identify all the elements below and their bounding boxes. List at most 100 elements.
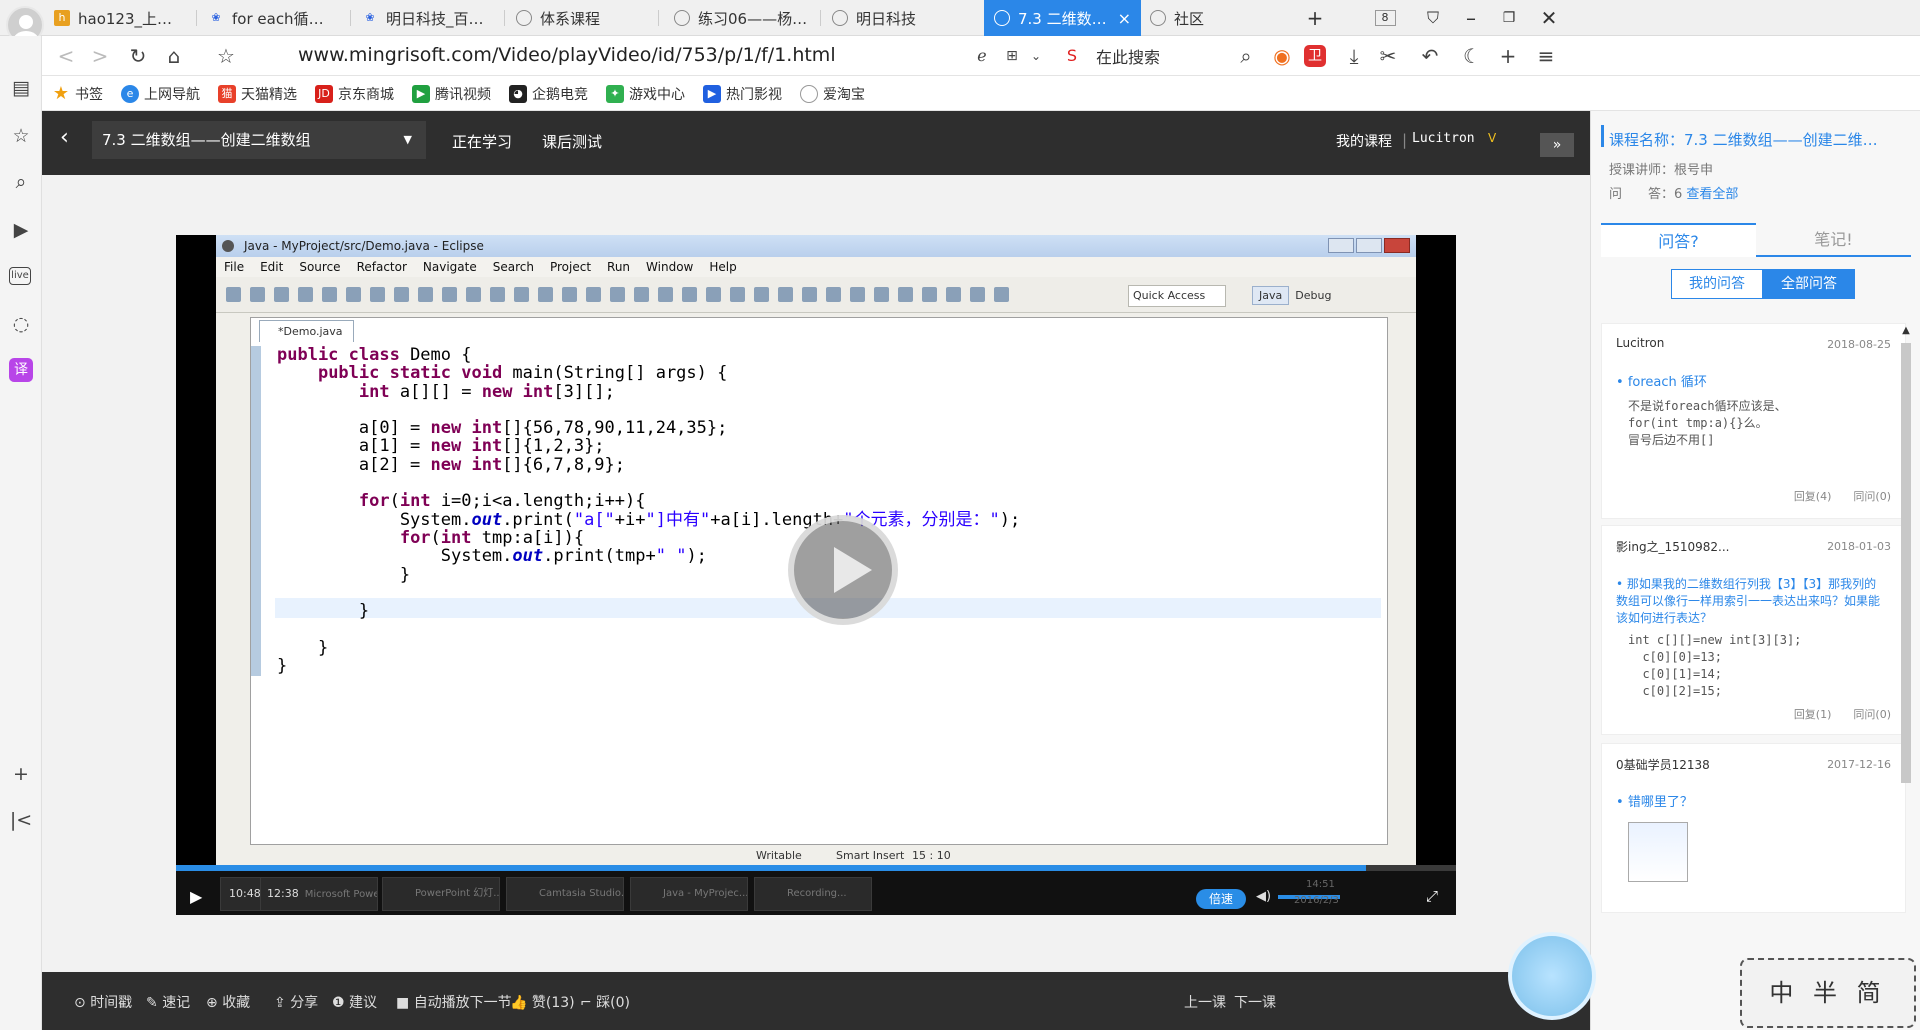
tab-hao123[interactable]: hhao123_上网从这里 — [44, 0, 194, 36]
studying-tab[interactable]: 正在学习 — [452, 131, 512, 152]
eclipse-toolbar: Quick Access Java Debug — [216, 277, 1416, 313]
globe-icon — [516, 10, 532, 26]
chat-assistant-icon[interactable] — [1508, 932, 1596, 1020]
qa-filter: 我的问答 全部问答 — [1671, 269, 1855, 299]
search-engine-icon[interactable]: S — [1058, 42, 1086, 70]
reload-icon[interactable]: ↻ — [124, 42, 152, 70]
right-panel-scrollbar[interactable]: ▲ — [1898, 325, 1914, 785]
menu-icon[interactable]: ≡ — [1532, 42, 1560, 70]
view-all-link[interactable]: 查看全部 — [1686, 187, 1738, 202]
big-play-icon[interactable] — [788, 515, 898, 625]
list-item[interactable]: Lucitron 2018-08-25 • foreach 循环 不是说fore… — [1601, 323, 1906, 519]
home-icon[interactable]: ⌂ — [160, 42, 188, 70]
after-test-tab[interactable]: 课后测试 — [542, 131, 602, 152]
timestamp-button[interactable]: ⊙ 时间戳 — [74, 992, 132, 1012]
url-field[interactable]: www.mingrisoft.com/Video/playVideo/id/75… — [298, 44, 836, 66]
bookmark-item[interactable]: ★ 书签 — [52, 84, 103, 104]
night-mode-icon[interactable]: ☾ — [1458, 42, 1486, 70]
like-button[interactable]: 👍 赞(13) — [510, 992, 575, 1012]
autoplay-checkbox[interactable]: ■ 自动播放下一节 — [396, 992, 512, 1012]
globe-icon — [994, 10, 1010, 26]
volume-icon[interactable]: ◀) — [1256, 889, 1271, 904]
tab-exercise06[interactable]: 练习06——杨辉三角 — [664, 0, 819, 36]
bookmark-item[interactable]: 猫天猫精选 — [218, 84, 297, 104]
bookmark-item[interactable]: JD 京东商城 — [315, 84, 394, 104]
weibo-icon[interactable]: 卫 — [1304, 45, 1326, 67]
my-courses-link[interactable]: 我的课程 — [1336, 131, 1392, 151]
search-input[interactable]: 在此搜索 — [1096, 44, 1160, 68]
search-icon[interactable]: ⌕ — [9, 170, 33, 194]
prev-lesson-button[interactable]: 上一课 — [1184, 992, 1226, 1012]
browser-tab-bar: hhao123_上网从这里 ❀for each循环_百度搜 ❀明日科技_百度搜索… — [0, 0, 1920, 36]
undo-icon[interactable]: ↶ — [1416, 42, 1444, 70]
quick-note-button[interactable]: ✎ 速记 — [146, 992, 190, 1012]
star-favorites-icon[interactable]: ☆ — [9, 124, 33, 148]
next-lesson-button[interactable]: 下一课 — [1234, 992, 1276, 1012]
tab-system-course[interactable]: 体系课程 — [506, 0, 656, 36]
tab-qa[interactable]: 问答? — [1601, 223, 1756, 257]
list-item[interactable]: 影ing之_1510982... 2018-01-03 • 那如果我的二维数组行… — [1601, 525, 1906, 735]
collapse-panel-icon[interactable]: » — [1540, 133, 1574, 157]
share-button[interactable]: ⇪ 分享 — [274, 992, 318, 1012]
new-tab-icon[interactable]: + — [1290, 0, 1340, 36]
favorite-button[interactable]: ⊕ 收藏 — [206, 992, 250, 1012]
news-icon[interactable]: ▤ — [9, 76, 33, 100]
chat-icon[interactable]: ◌ — [9, 312, 33, 336]
close-window-icon[interactable]: ✕ — [1524, 0, 1574, 36]
qa-notes-tabs: 问答? 笔记! — [1601, 223, 1911, 257]
bookmark-item[interactable]: 爱淘宝 — [800, 84, 865, 104]
video-icon[interactable]: ▶ — [9, 218, 33, 242]
bookmark-item[interactable]: ✦ 游戏中心 — [606, 84, 685, 104]
live-icon[interactable]: live — [9, 267, 31, 285]
progress-bar[interactable] — [176, 865, 1456, 871]
ime-status-bar[interactable]: 中 半 简 — [1740, 958, 1916, 1028]
hao123-icon: h — [54, 10, 70, 26]
bookmark-item[interactable]: e 上网导航 — [121, 84, 200, 104]
player-header: ‹ 7.3 二维数组——创建二维数组 ▼ 正在学习 课后测试 我的课程 | Luc… — [42, 111, 1590, 175]
film-icon: ▶ — [703, 84, 721, 103]
scissors-icon[interactable]: ✂ — [1374, 42, 1402, 70]
close-tab-icon[interactable]: × — [1118, 9, 1131, 28]
download-icon[interactable]: ⤓ — [1340, 42, 1368, 70]
course-select[interactable]: 7.3 二维数组——创建二维数组 ▼ — [92, 121, 426, 159]
eclipse-status-bar: Writable Smart Insert 15 : 10 — [756, 849, 951, 862]
quick-access-field: Quick Access — [1128, 285, 1226, 307]
list-item[interactable]: 0基础学员12138 2017-12-16 • 错哪里了？ — [1601, 743, 1906, 913]
speed-button[interactable]: 倍速 — [1196, 889, 1246, 909]
tab-count-badge[interactable]: 8 — [1360, 0, 1410, 36]
suggest-button[interactable]: ❶ 建议 — [332, 992, 377, 1012]
chevron-down-icon[interactable]: ⌄ — [1022, 42, 1050, 70]
attached-screenshot-thumbnail[interactable] — [1628, 822, 1688, 882]
tab-baidu-foreach[interactable]: ❀for each循环_百度搜 — [198, 0, 348, 36]
course-name: 课程名称：7.3 二维数组——创建二维数组 — [1609, 131, 1889, 149]
collapse-sidebar-icon[interactable]: |< — [9, 808, 33, 832]
bookmark-item[interactable]: ◕ 企鹅电竞 — [509, 84, 588, 104]
forward-icon[interactable]: > — [86, 42, 114, 70]
ie-mode-icon[interactable]: ℯ — [968, 42, 996, 70]
fullscreen-icon[interactable]: ⤢ — [1426, 887, 1438, 905]
video-player[interactable]: Java - MyProject/src/Demo.java - Eclipse… — [176, 235, 1456, 915]
username[interactable]: Lucitron — [1412, 131, 1475, 146]
eclipse-window-controls — [1328, 238, 1410, 253]
add-icon[interactable]: + — [1494, 42, 1522, 70]
translate-icon[interactable]: 译 — [9, 358, 33, 382]
tab-current-video[interactable]: 7.3 二维数组——创× — [984, 0, 1141, 36]
play-icon[interactable]: ▶ — [190, 887, 202, 906]
back-icon[interactable]: ‹ — [60, 125, 69, 150]
dislike-button[interactable]: ⌐ 踩(0) — [580, 992, 630, 1012]
search-icon[interactable]: ⌕ — [1232, 42, 1260, 70]
tab-community[interactable]: 社区 — [1140, 0, 1290, 36]
tab-mingri[interactable]: 明日科技 — [822, 0, 978, 36]
bookmark-item[interactable]: ▶ 热门影视 — [703, 84, 782, 104]
add-icon[interactable]: + — [9, 762, 33, 786]
my-qa-button[interactable]: 我的问答 — [1671, 269, 1763, 299]
all-qa-button[interactable]: 全部问答 — [1763, 269, 1855, 299]
progress-fill — [176, 865, 1367, 871]
bookmark-star-icon[interactable]: ☆ — [212, 42, 240, 70]
nav-icon: e — [121, 84, 139, 103]
tab-baidu-mingri[interactable]: ❀明日科技_百度搜索 — [352, 0, 502, 36]
game-icon[interactable]: ◉ — [1268, 42, 1296, 70]
back-icon[interactable]: < — [52, 42, 80, 70]
tab-notes[interactable]: 笔记! — [1756, 223, 1911, 257]
bookmark-item[interactable]: ▶ 腾讯视频 — [412, 84, 491, 104]
